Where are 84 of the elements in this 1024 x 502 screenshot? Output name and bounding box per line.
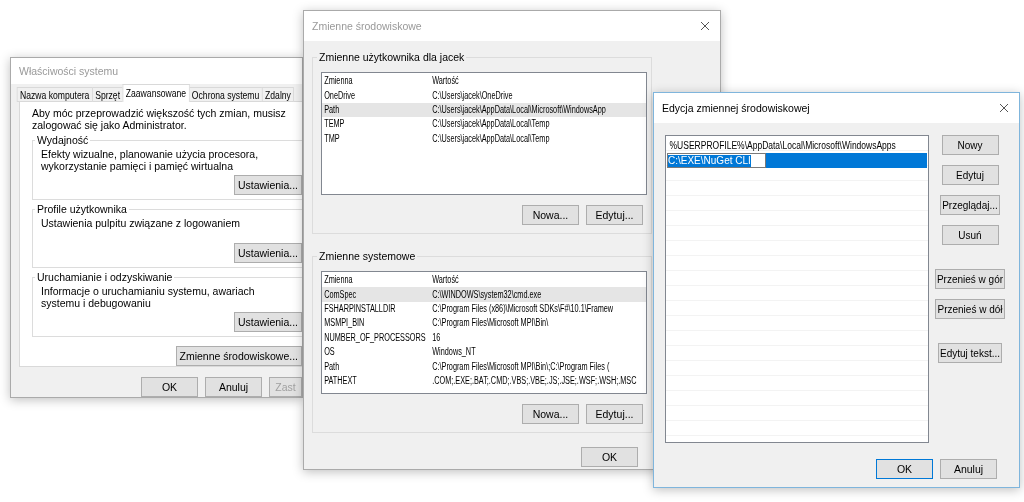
entry-text: %USERPROFILE%\AppData\Local\Microsoft\WindowsApps [668,139,896,152]
variable-row[interactable]: Path C:\Program Files\Microsoft MPI\Bin\;C:\Program Files ( [322,359,646,374]
ok-button[interactable]: OK [581,447,638,467]
variable-button[interactable]: Nowa... [522,205,579,225]
group-title: Profile użytkownika [35,202,129,215]
column-header[interactable]: Wartość [430,274,459,287]
variables-list[interactable]: Zmienna Wartość OneDrive C:\Users\jacek\OneDrive Path C:\Users\jacek\AppData\Local\Microsoft\WindowsApp TEMP C:\Users\jacek\AppData\Local\Temp TMP C:\Users\jacek\AppData\Local\Temp [321,72,647,195]
variable-name: ComSpec [323,288,357,301]
variable-name: TEMP [323,118,345,131]
variable-row[interactable]: OS Windows_NT [322,344,646,360]
group-description: Ustawienia pulpitu związane z logowaniem [41,216,242,229]
variable-name: TMP [323,132,340,145]
variable-value: Windows_NT [431,346,476,359]
settings-button[interactable]: Ustawienia... [233,243,302,264]
side-button[interactable]: Nowy [941,135,999,155]
variable-value: C:\Users\jacek\AppData\Local\Temp [431,118,550,131]
path-list[interactable]: %USERPROFILE%\AppData\Local\Microsoft\WindowsApps C:\EXE\NuGet CLI [665,135,929,443]
variable-name: Path [323,360,340,373]
variable-button[interactable]: Edytuj... [586,205,643,225]
tab[interactable]: Ochrona systemu [188,87,263,102]
tab[interactable]: Zaawansowane [122,84,190,102]
variable-row[interactable]: Path C:\Users\jacek\AppData\Local\Microsoft\WindowsApp [322,102,646,118]
column-header[interactable]: Wartość [430,75,459,88]
close-icon[interactable] [700,21,710,31]
side-button[interactable]: Przeglądaj... [940,195,1000,215]
environment-variables-button[interactable]: Zmienne środowiskowe... [175,346,302,366]
side-button[interactable]: Edytuj [941,165,999,185]
group-description: Efekty wizualne, planowanie użycia procesora, wykorzystanie pamięci i pamięć wirtualna [41,148,260,172]
variable-value: C:\Program Files\Microsoft MPI\Bin\ [431,317,549,330]
variable-row[interactable]: OneDrive C:\Users\jacek\OneDrive [322,88,646,103]
variable-row[interactable]: MSMPI_BIN C:\Program Files\Microsoft MPI\Bin\ [322,316,646,331]
variable-value: .COM;.EXE;.BAT;.CMD;.VBS;.VBE;.JS;.JSE;.WSF;.WSH;.MSC [431,374,637,387]
variable-value: C:\Users\jacek\AppData\Local\Temp [431,132,550,145]
tab[interactable]: Nazwa komputera [16,87,93,102]
variable-name: FSHARPINSTALLDIR [323,302,396,315]
variable-name: PATHEXT [323,374,357,387]
variable-row[interactable]: PATHEXT .COM;.EXE;.BAT;.CMD;.VBS;.VBE;.JS;.JSE;.WSF;.WSH;.MSC [322,373,646,389]
window-title: Edycja zmiennej środowiskowej [662,102,810,114]
selected-text: C:\EXE\NuGet CLI [668,154,751,167]
column-header[interactable]: Zmienna [322,274,353,287]
variable-row[interactable]: ComSpec C:\WINDOWS\system32\cmd.exe [322,287,646,302]
variable-value: C:\Program Files\Microsoft MPI\Bin\;C:\Program Files ( [431,360,610,373]
dialog-button[interactable]: Anuluj [940,459,997,479]
settings-button[interactable]: Ustawienia... [233,312,302,332]
path-entry[interactable]: %USERPROFILE%\AppData\Local\Microsoft\WindowsApps [667,138,927,153]
group-title: Uruchamianie i odzyskiwanie [35,271,175,284]
dialog-button[interactable]: OK [876,459,933,479]
variable-name: MSMPI_BIN [323,317,365,330]
tab[interactable]: Sprzęt [91,87,124,102]
path-entry[interactable]: C:\EXE\NuGet CLI [667,153,927,168]
variable-value: C:\WINDOWS\system32\cmd.exe [431,288,542,301]
variable-name: Path [323,103,340,116]
side-button[interactable]: Przenieś w dół [935,299,1005,319]
variable-name: OneDrive [323,89,356,102]
variable-button[interactable]: Nowa... [522,404,579,424]
side-button[interactable]: Edytuj tekst... [938,343,1002,363]
group-title: Wydajność [35,134,91,146]
side-button[interactable]: Usuń [941,225,999,245]
variable-button[interactable]: Edytuj... [586,404,643,424]
dialog-button[interactable]: Anuluj [205,377,262,397]
notice-text: Aby móc przeprowadzić większość tych zmian, musisz zalogować się jako Administrator. [32,107,287,131]
variable-name: NUMBER_OF_PROCESSORS [323,331,426,344]
variable-value: C:\Users\jacek\OneDrive [431,89,513,102]
tab[interactable]: Zdalny [261,87,295,102]
dialog-button[interactable]: OK [141,377,198,397]
variables-list[interactable] [321,271,647,394]
variable-row[interactable]: TEMP C:\Users\jacek\AppData\Local\Temp [322,117,646,132]
window-title: Zmienne środowiskowe [312,20,422,32]
variable-row[interactable]: NUMBER_OF_PROCESSORS 16 [322,330,646,345]
settings-button[interactable]: Ustawienia... [233,174,302,195]
side-button[interactable]: Przenieś w gór [934,269,1006,289]
group-description: Informacje o uruchamianiu systemu, awariach systemu i debugowaniu [41,285,256,310]
section-title: Zmienne użytkownika dla jacek [317,51,467,63]
window-title: Właściwości systemu [19,65,119,77]
variable-row[interactable]: TMP C:\Users\jacek\AppData\Local\Temp [322,131,646,146]
variable-value: C:\Program Files (x86)\Microsoft SDKs\F#\10.1\Framew [431,302,614,315]
variable-value: 16 [431,331,441,344]
variable-value: C:\Users\jacek\AppData\Local\Microsoft\WindowsApp [431,103,606,116]
close-icon[interactable] [999,103,1009,113]
variable-row[interactable]: FSHARPINSTALLDIR C:\Program Files (x86)\Microsoft SDKs\F#\10.1\Framew [322,301,646,317]
entry-input-field[interactable]: C:\EXE\NuGet CLI [667,153,766,168]
section-title: Zmienne systemowe [317,250,418,262]
variable-name: OS [323,346,335,359]
column-header[interactable]: Zmienna [322,75,353,88]
